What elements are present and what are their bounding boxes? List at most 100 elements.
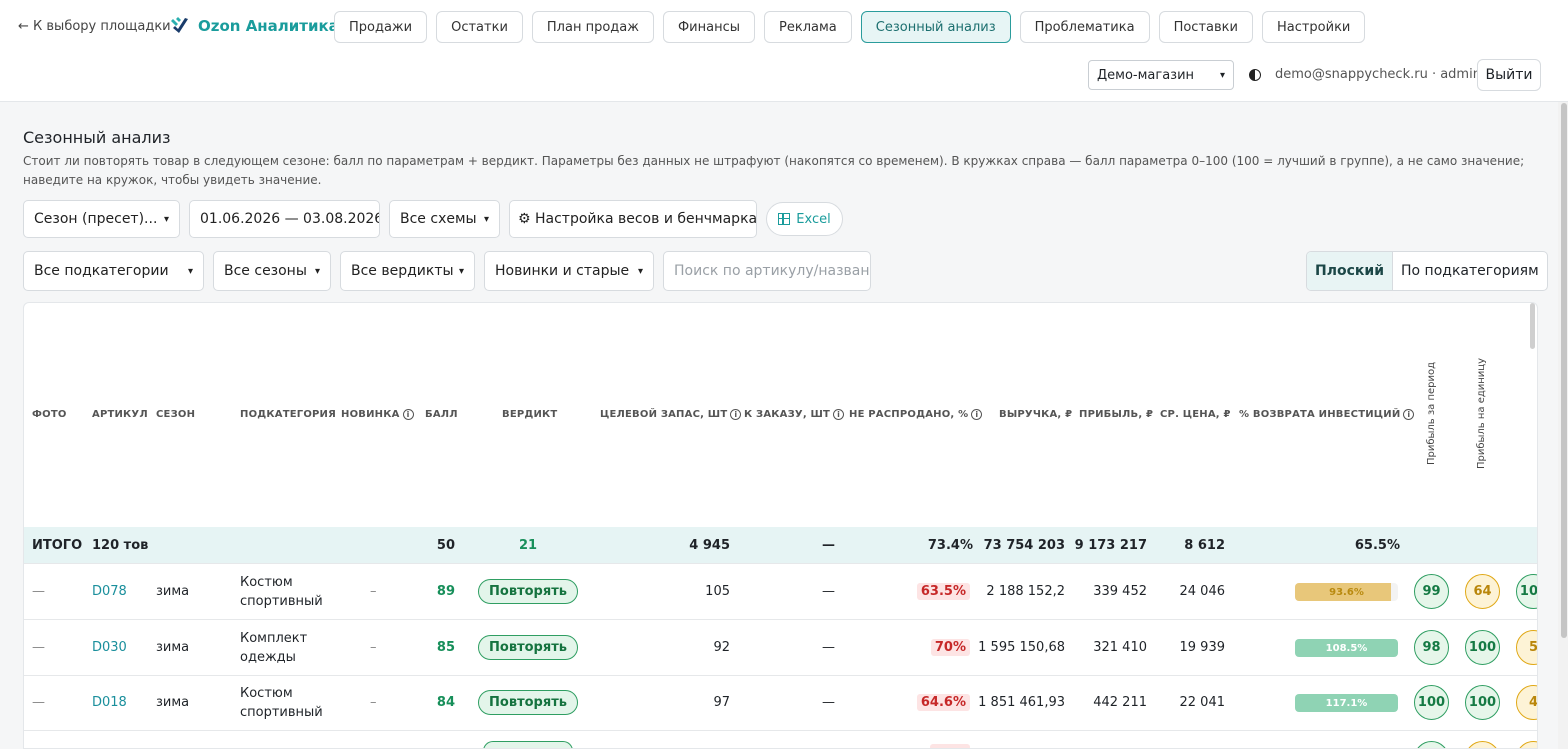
excel-export-button[interactable]: Excel [766,202,843,236]
verdict-badge[interactable]: Повторять [478,579,578,604]
nav-ads[interactable]: Реклама [764,11,852,43]
store-select[interactable]: Демо-магазин ▾ [1088,60,1234,90]
param-score-bubble[interactable] [1465,741,1500,748]
target-stock-cell: 105 [705,584,730,599]
nav-seasonal-analysis[interactable]: Сезонный анализ [860,11,1011,43]
param-score-bubble[interactable] [1414,741,1449,748]
article-link[interactable]: D078 [92,564,127,619]
seasons-select[interactable]: Все сезоны ▾ [213,251,331,291]
col-article[interactable]: АРТИКУЛ [92,409,148,420]
col-novelty[interactable]: НОВИНКА i [341,409,414,420]
col-subcategory[interactable]: ПОДКАТЕГОРИЯ [240,409,336,420]
col-season[interactable]: СЕЗОН [156,409,195,420]
col-profit[interactable]: ПРИБЫЛЬ, ₽ [1079,409,1153,420]
schemes-value: Все схемы [400,211,477,227]
param-score-bubble[interactable]: 98 [1414,630,1449,665]
score-cell: 84 [436,695,455,710]
article-link[interactable]: D018 [92,675,127,730]
page-title: Сезонный анализ [23,128,171,147]
subcategory-select[interactable]: Все подкатегории ▾ [23,251,204,291]
excel-label: Excel [796,211,831,227]
article-value[interactable]: D030 [92,640,127,655]
article-value[interactable]: D078 [92,584,127,599]
view-flat-button[interactable]: Плоский [1307,252,1394,290]
table-row[interactable]: — D018 зима Костюм спортивный – 84 Повто… [24,675,1537,731]
col-avg-price[interactable]: СР. ЦЕНА, ₽ [1160,409,1231,420]
nav-settings[interactable]: Настройки [1261,11,1366,43]
total-row: ИТОГО 120 тов 50 21 4 945 — 73.4% 73 754… [24,527,1537,564]
novelty-select[interactable]: Новинки и старые ▾ [484,251,654,291]
nav-sales-plan[interactable]: План продаж [531,11,654,43]
theme-toggle-icon[interactable] [1249,69,1261,81]
param-score-bubble[interactable]: 5 [1516,630,1537,665]
article-link[interactable]: D030 [92,620,127,675]
col-to-order-label: К ЗАКАЗУ, ШТ [744,409,831,420]
info-icon[interactable]: i [730,409,742,420]
verdicts-select[interactable]: Все вердикты ▾ [340,251,475,291]
weights-settings-button[interactable]: ⚙ Настройка весов и бенчмарка [509,200,757,238]
nav-stock[interactable]: Остатки [436,11,523,43]
nav-problems[interactable]: Проблематика [1019,11,1150,43]
nav-finance[interactable]: Финансы [662,11,755,43]
param-score-bubble[interactable]: 100 [1516,574,1537,609]
verdict-badge[interactable] [483,741,573,748]
total-score: 50 [436,537,455,553]
col-score[interactable]: БАЛЛ [425,409,458,420]
verdict-badge[interactable]: Повторять [478,690,578,715]
subcategory-cell: Костюм спортивный [240,574,323,609]
table-icon [778,213,791,225]
param-score-bubble[interactable]: 100 [1465,685,1500,720]
table-row[interactable]: — D078 зима Костюм спортивный – 89 Повто… [24,564,1537,620]
col-to-order[interactable]: К ЗАКАЗУ, ШТ i [744,409,845,420]
score-cell: 85 [436,640,455,655]
search-input[interactable]: Поиск по артикулу/названию [663,251,871,291]
profit-cell: 339 452 [1093,584,1147,599]
article-value[interactable]: D018 [92,695,127,710]
param-score-bubble[interactable]: 64 [1465,574,1500,609]
table-row[interactable]: — D030 зима Комплект одежды – 85 Повторя… [24,620,1537,676]
col-verdict[interactable]: ВЕРДИКТ [502,409,557,420]
col-roi[interactable]: % ВОЗВРАТА ИНВЕСТИЦИЙ i [1239,409,1415,420]
col-profit-unit[interactable]: Прибыль на единицу [1472,353,1492,473]
store-select-value: Демо-магазин [1097,67,1195,83]
info-icon[interactable]: i [1403,409,1415,420]
roi-value: 108.5% [1325,642,1368,654]
to-order-cell: — [822,640,835,655]
param-score-bubble[interactable]: 99 [1414,574,1449,609]
info-icon[interactable]: i [833,409,845,420]
col-roi-label: % ВОЗВРАТА ИНВЕСТИЦИЙ [1239,409,1401,420]
page-description: Стоит ли повторять товар в следующем сез… [23,154,1525,187]
col-profit-period[interactable]: Прибыль за период [1422,353,1442,473]
param-score-bubble[interactable]: 4 [1516,685,1537,720]
verdicts-value: Все вердикты [351,263,454,279]
info-icon[interactable]: i [402,409,414,420]
season-preset-select[interactable]: Сезон (пресет)... ▾ [23,200,180,238]
param-score-bubble[interactable]: 100 [1465,630,1500,665]
table-scrollbar[interactable] [1530,303,1535,349]
total-count: 120 тов [92,537,149,553]
total-roi: 65.5% [1354,537,1400,553]
logout-button[interactable]: Выйти [1477,59,1541,91]
date-range-value: 01.06.2026 — 03.08.2026 [200,211,380,227]
table-row[interactable] [24,731,1537,748]
col-revenue[interactable]: ВЫРУЧКА, ₽ [999,409,1072,420]
schemes-select[interactable]: Все схемы ▾ [389,200,500,238]
col-target-stock[interactable]: ЦЕЛЕВОЙ ЗАПАС, ШТ i [600,409,742,420]
date-range-input[interactable]: 01.06.2026 — 03.08.2026 [189,200,380,238]
back-to-platform-link[interactable]: ← К выбору площадки [18,19,171,34]
view-by-subcategory-button[interactable]: По подкатегориям [1393,252,1547,290]
col-photo[interactable]: ФОТО [32,409,67,420]
info-icon[interactable]: i [971,409,983,420]
col-unsold[interactable]: НЕ РАСПРОДАНО, % i [849,409,983,420]
param-score-bubble[interactable]: 100 [1414,685,1449,720]
to-order-cell: — [822,695,835,710]
nav-supplies[interactable]: Поставки [1158,11,1253,43]
score-cell: 89 [436,584,455,599]
verdict-badge[interactable]: Повторять [478,635,578,660]
unsold-badge: 63.5% [916,583,970,600]
param-score-bubble[interactable] [1516,741,1537,748]
brand[interactable]: Ozon Аналитика [170,15,339,37]
page-scrollbar-thumb[interactable] [1561,103,1567,638]
avg-price-cell: 19 939 [1179,640,1226,655]
nav-sales[interactable]: Продажи [334,11,428,43]
